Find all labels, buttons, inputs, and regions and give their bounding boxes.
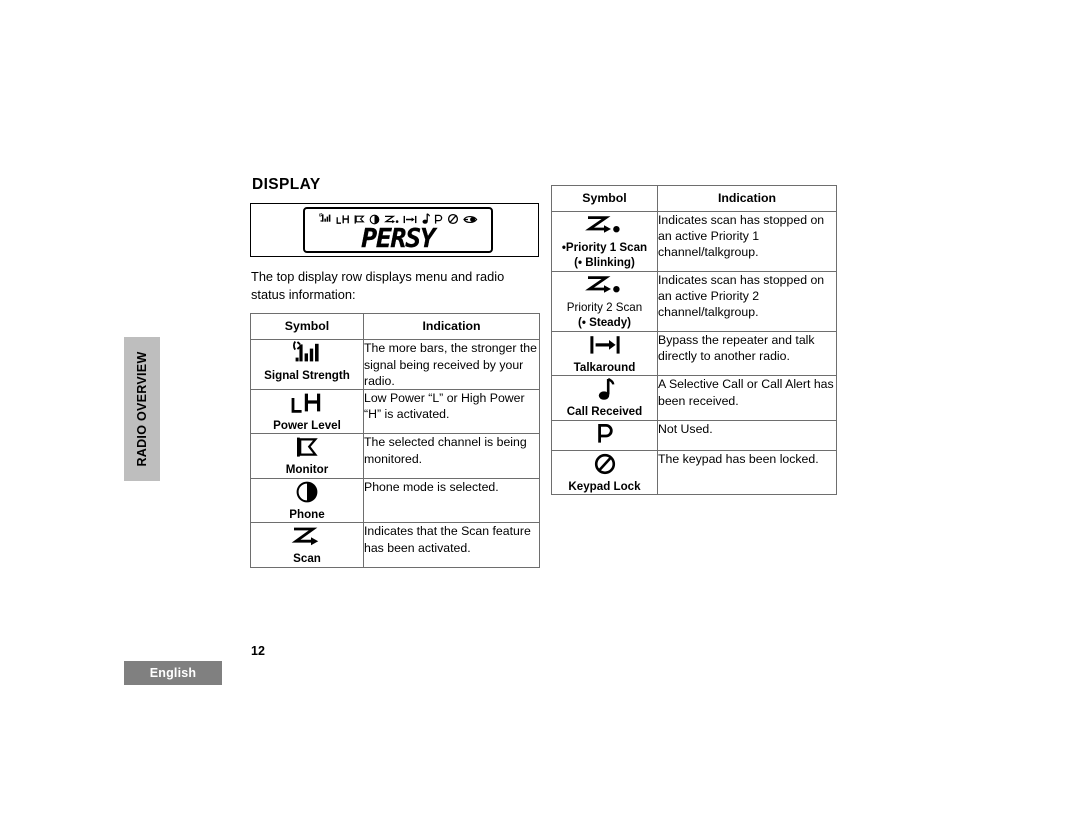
indication-cell: Bypass the repeater and talk directly to… [657, 330, 837, 377]
keypad-lock-icon [447, 213, 459, 225]
talkaround-icon [552, 332, 657, 358]
scan-icon [251, 523, 363, 549]
symbol-cell: Priority 2 Scan (• Steady) [551, 270, 658, 332]
intro-paragraph: The top display row displays menu and ra… [251, 269, 505, 302]
power-level-lh-icon [336, 214, 350, 225]
indication-cell: Indicates that the Scan feature has been… [363, 522, 540, 568]
indication-cell: The more bars, the stronger the signal b… [363, 339, 540, 390]
table-row: Priority 2 Scan (• Steady) Indicates sca… [551, 270, 837, 332]
symbol-sublabel: (• Steady) [577, 316, 632, 330]
sidebar-section-tab-label: RADIO OVERVIEW [135, 351, 149, 467]
table-row: Signal Strength The more bars, the stron… [250, 339, 540, 390]
symbol-cell: Power Level [250, 388, 364, 435]
column-header-symbol: Symbol [250, 313, 364, 341]
monitor-flag-icon [354, 214, 365, 225]
signal-strength-icon [251, 340, 363, 366]
symbol-sublabel: (• Blinking) [574, 256, 635, 270]
p-icon [552, 421, 657, 447]
left-symbol-table: Symbol Indication Signal Strength The mo… [250, 313, 540, 568]
indication-cell: Indicates scan has stopped on an active … [657, 270, 837, 332]
table-row: Keypad Lock The keypad has been locked. [551, 449, 837, 496]
indication-cell: Phone mode is selected. [363, 477, 540, 524]
table-header-row: Symbol Indication [551, 185, 837, 212]
keypad-lock-icon [552, 451, 657, 477]
page-title: DISPLAY [252, 176, 321, 193]
symbol-cell: Keypad Lock [551, 449, 658, 496]
lcd-segment-text-row: PERSY [305, 224, 491, 253]
phone-icon [369, 214, 380, 225]
symbol-label: Priority 2 Scan [566, 300, 643, 314]
phone-icon [251, 479, 363, 505]
symbol-label: Call Received [566, 405, 643, 419]
table-header-row: Symbol Indication [250, 313, 540, 341]
language-badge: English [124, 661, 222, 685]
table-row: Call Received A Selective Call or Call A… [551, 375, 837, 421]
indication-cell: The selected channel is being monitored. [363, 433, 540, 479]
p-icon [434, 214, 443, 225]
symbol-label: Monitor [285, 463, 329, 477]
indication-cell: The keypad has been locked. [657, 449, 837, 496]
right-symbol-table: Symbol Indication •Priority 1 Scan (• Bl… [551, 185, 837, 496]
priority-scan-icon [383, 214, 399, 225]
symbol-label: •Priority 1 Scan [561, 241, 648, 254]
symbol-cell: Scan [250, 522, 364, 568]
indication-cell: Not Used. [657, 419, 837, 451]
table-row: Monitor The selected channel is being mo… [250, 433, 540, 479]
symbol-cell: •Priority 1 Scan (• Blinking) [551, 211, 658, 272]
table-row: Not Used. [551, 419, 837, 451]
table-row: Scan Indicates that the Scan feature has… [250, 522, 540, 568]
table-row: Talkaround Bypass the repeater and talk … [551, 330, 837, 377]
indication-cell: Low Power “L” or High Power “H” is activ… [363, 388, 540, 435]
symbol-cell: Monitor [250, 433, 364, 479]
symbol-cell: Talkaround [551, 330, 658, 377]
eye-icon [462, 214, 478, 225]
left-column: DISPLAY PERSY The top display row displa… [250, 176, 540, 568]
column-header-indication: Indication [363, 313, 540, 341]
talkaround-icon [403, 214, 417, 225]
symbol-cell [551, 419, 658, 451]
symbol-cell: Signal Strength [250, 339, 364, 390]
power-level-lh-icon [251, 390, 363, 416]
lcd-display-figure: PERSY [250, 203, 539, 257]
table-row: •Priority 1 Scan (• Blinking) Indicates … [551, 211, 837, 272]
priority-scan-icon [552, 272, 657, 298]
symbol-cell: Phone [250, 477, 364, 524]
right-column: Symbol Indication •Priority 1 Scan (• Bl… [551, 185, 837, 496]
call-received-note-icon [552, 376, 657, 402]
indication-cell: A Selective Call or Call Alert has been … [657, 375, 837, 421]
column-header-symbol: Symbol [551, 185, 658, 212]
symbol-label: Power Level [273, 418, 341, 432]
column-header-indication: Indication [657, 185, 837, 212]
symbol-label: Talkaround [573, 360, 636, 374]
table-row: Phone Phone mode is selected. [250, 477, 540, 524]
lcd-screen: PERSY [303, 207, 493, 253]
symbol-label: Keypad Lock [568, 479, 641, 493]
symbol-label: Scan [293, 552, 321, 566]
indication-cell: Indicates scan has stopped on an active … [657, 211, 837, 272]
symbol-label: Signal Strength [264, 369, 350, 383]
signal-strength-icon [318, 213, 332, 225]
sidebar-section-tab: RADIO OVERVIEW [124, 337, 160, 481]
symbol-label: Phone [289, 507, 325, 521]
page-number: 12 [251, 644, 265, 658]
symbol-cell: Call Received [551, 375, 658, 421]
lcd-segment-text: PERSY [361, 224, 436, 253]
priority-scan-icon [552, 212, 657, 238]
table-row: Power Level Low Power “L” or High Power … [250, 388, 540, 435]
monitor-flag-icon [251, 434, 363, 460]
